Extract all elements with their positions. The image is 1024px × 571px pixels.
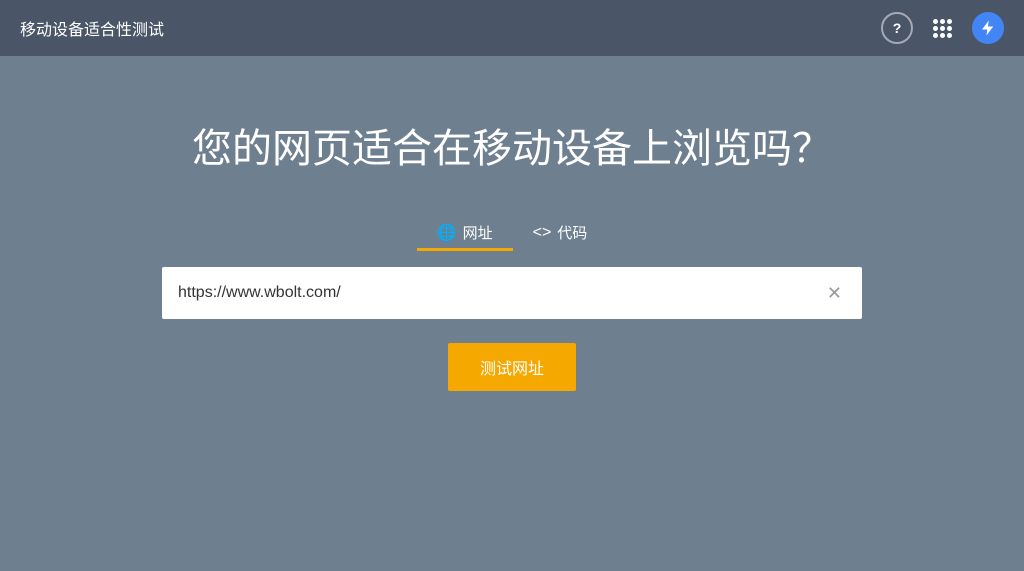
clear-input-button[interactable]: ✕ [823, 279, 846, 308]
close-icon: ✕ [827, 283, 842, 304]
tab-bar: 🌐 网址 <> 代码 [417, 214, 608, 251]
app-header: 移动设备适合性测试 ? [0, 0, 1024, 56]
grid-menu-icon[interactable] [933, 19, 952, 38]
globe-icon: 🌐 [437, 223, 457, 243]
url-input-container: ✕ [162, 267, 862, 319]
page-heading: 您的网页适合在移动设备上浏览吗？ [192, 116, 832, 174]
app-title: 移动设备适合性测试 [20, 16, 164, 40]
test-button[interactable]: 测试网址 [448, 343, 576, 391]
bolt-icon[interactable] [972, 12, 1004, 44]
test-button-label: 测试网址 [480, 361, 544, 378]
code-icon: <> [533, 224, 552, 242]
help-button[interactable]: ? [881, 12, 913, 44]
url-input[interactable] [178, 284, 823, 302]
bolt-svg [979, 19, 997, 37]
header-actions: ? [881, 12, 1004, 44]
tab-url-label: 网址 [463, 222, 493, 243]
tab-code-label: 代码 [557, 222, 587, 243]
help-icon: ? [893, 20, 902, 36]
tab-url[interactable]: 🌐 网址 [417, 214, 513, 251]
tab-code[interactable]: <> 代码 [513, 214, 608, 251]
main-content: 您的网页适合在移动设备上浏览吗？ 🌐 网址 <> 代码 ✕ 测试网址 [0, 56, 1024, 571]
